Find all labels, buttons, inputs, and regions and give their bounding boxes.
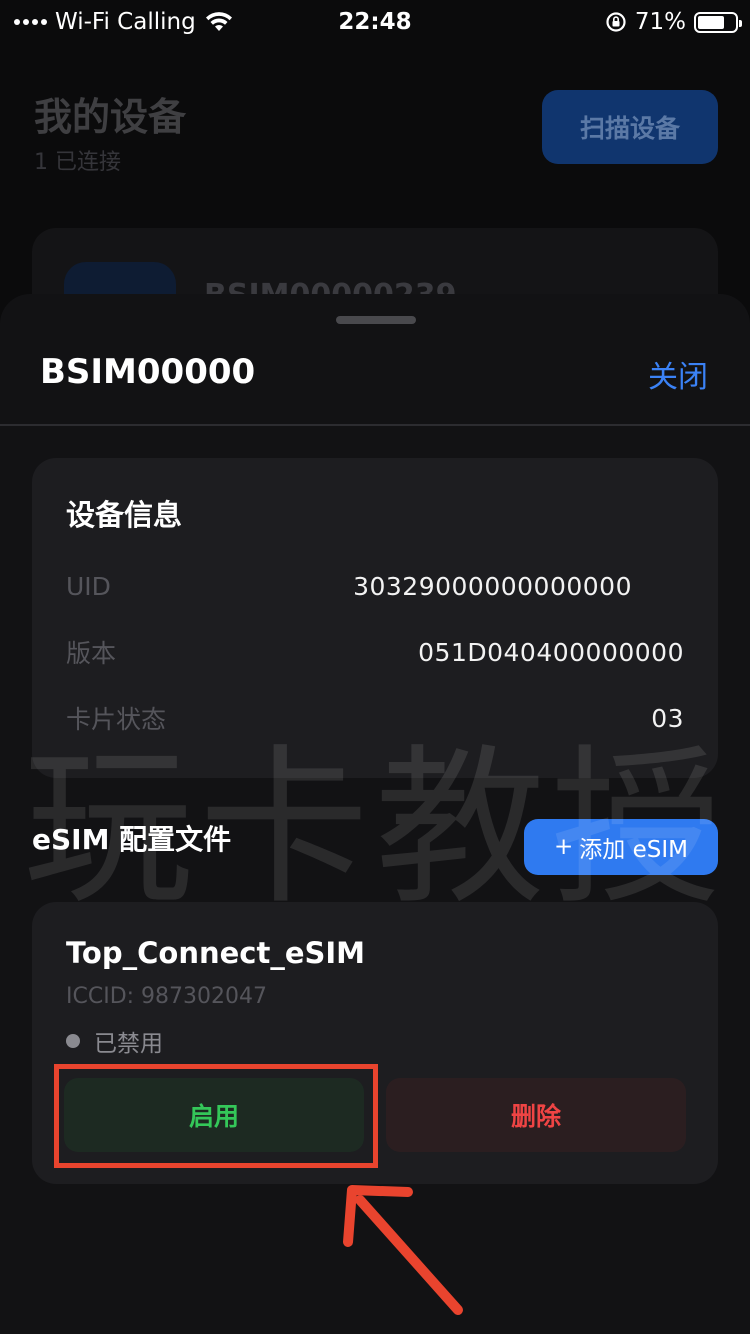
- status-dot-icon: [66, 1034, 80, 1048]
- device-info-title: 设备信息: [66, 498, 183, 532]
- info-row-uid: UID 30329000000000000: [66, 566, 684, 606]
- info-key: 版本: [66, 639, 117, 668]
- info-key: 卡片状态: [66, 705, 167, 734]
- battery-icon: [694, 11, 742, 33]
- add-esim-label: 添加 eSIM: [579, 837, 688, 863]
- signal-icon: [14, 19, 47, 25]
- profile-name: Top_Connect_eSIM: [66, 936, 366, 970]
- profile-status-label: 已禁用: [94, 1031, 163, 1057]
- add-esim-button[interactable]: + 添加 eSIM: [524, 819, 718, 875]
- sheet-title: BSIM00000: [40, 352, 256, 392]
- info-value: 051D040400000000: [418, 637, 684, 667]
- info-value: 03: [651, 703, 684, 733]
- rotation-lock-icon: [606, 12, 626, 32]
- esim-section-title: eSIM 配置文件: [32, 823, 232, 856]
- wifi-icon: [205, 12, 232, 31]
- battery-fill: [698, 15, 724, 29]
- plus-icon: +: [554, 834, 574, 860]
- info-row-version: 版本 051D040400000000: [66, 632, 684, 672]
- info-row-card-status: 卡片状态 03: [66, 698, 684, 738]
- delete-button[interactable]: 删除: [386, 1078, 686, 1152]
- status-right: 71%: [605, 9, 742, 35]
- device-info-card: 设备信息 UID 30329000000000000 版本 051D040400…: [32, 458, 718, 778]
- profile-status: 已禁用: [66, 1024, 163, 1058]
- sheet-divider: [0, 424, 750, 426]
- info-value: 30329000000000000: [353, 571, 632, 601]
- status-left: Wi-Fi Calling: [14, 9, 234, 35]
- info-key: UID: [66, 571, 111, 601]
- connected-count: 1 已连接: [34, 150, 121, 175]
- scan-devices-button[interactable]: 扫描设备: [542, 90, 718, 164]
- annotation-highlight-box: [54, 1064, 378, 1168]
- status-bar: Wi-Fi Calling 22:48 71%: [0, 0, 750, 44]
- sheet-grabber[interactable]: [336, 316, 416, 324]
- profile-iccid: ICCID: 987302047: [66, 984, 268, 1009]
- annotation-arrow-icon: [343, 1185, 463, 1315]
- carrier-label: Wi-Fi Calling: [55, 9, 196, 35]
- battery-percent: 71%: [634, 9, 686, 35]
- close-button[interactable]: 关闭: [648, 352, 708, 396]
- page-title: 我的设备: [34, 95, 187, 139]
